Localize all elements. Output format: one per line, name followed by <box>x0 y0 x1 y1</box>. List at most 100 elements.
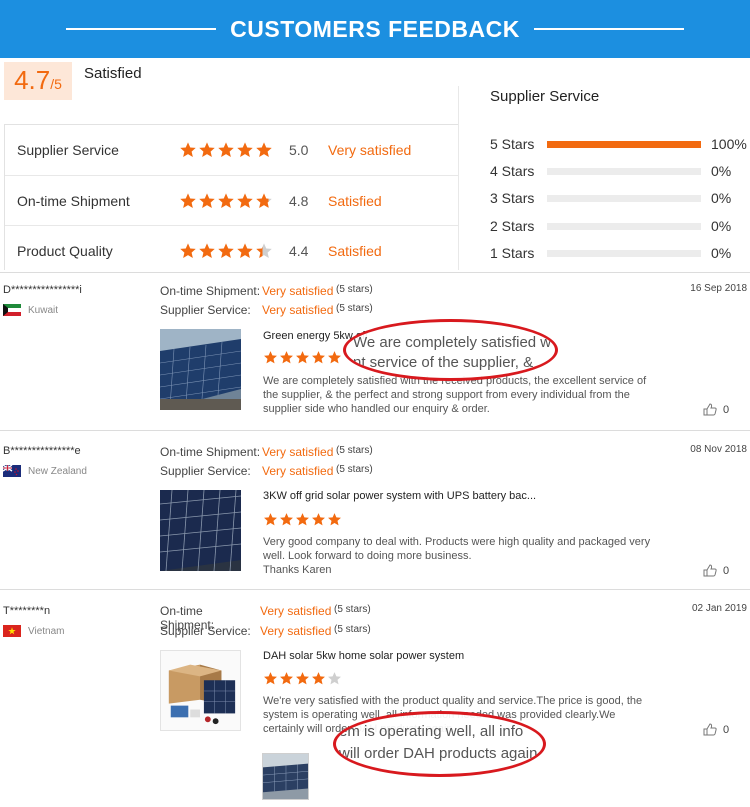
review-date: 02 Jan 2019 <box>691 603 747 614</box>
star-icon <box>237 142 253 158</box>
overall-score: 4.7 <box>14 65 51 95</box>
overall-score-max: /5 <box>50 76 62 92</box>
review-stars <box>263 671 343 686</box>
reviewer-country: Kuwait <box>3 304 58 316</box>
row-divider <box>5 225 459 226</box>
star-bar-track <box>547 140 701 148</box>
star-icon <box>328 351 341 364</box>
star-icon <box>256 243 272 259</box>
rating-status: Satisfied <box>328 243 382 259</box>
star-bar-3: 3 Stars 0% <box>490 189 748 207</box>
section-divider <box>458 86 459 270</box>
star-icon <box>199 193 215 209</box>
star-icon <box>280 513 293 526</box>
service-stars: (5 stars) <box>334 624 371 635</box>
rating-stars <box>179 192 274 210</box>
star-bar-label: 2 Stars <box>490 218 535 234</box>
rating-stars <box>179 242 274 260</box>
star-bar-track <box>547 167 701 175</box>
star-icon <box>237 243 253 259</box>
service-label: Supplier Service: <box>160 624 251 638</box>
product-thumbnail[interactable] <box>160 329 241 410</box>
review-text: Very good company to deal with. Products… <box>263 536 651 576</box>
star-icon <box>328 513 341 526</box>
review-date: 16 Sep 2018 <box>690 283 747 294</box>
thumbs-up-icon <box>703 723 717 736</box>
feedback-banner: CUSTOMERS FEEDBACK <box>0 0 750 58</box>
rating-row-on-time-shipment: On-time Shipment 4.8 Satisfied <box>5 176 459 226</box>
country-name: Vietnam <box>28 625 65 637</box>
product-thumbnail[interactable] <box>160 490 241 571</box>
like-button[interactable]: 0 <box>703 723 729 736</box>
country-name: Kuwait <box>28 304 59 316</box>
reviewer-name: D****************i <box>3 284 82 296</box>
service-label: Supplier Service: <box>160 464 251 478</box>
like-button[interactable]: 0 <box>703 564 729 577</box>
product-thumbnail[interactable] <box>160 650 241 731</box>
like-button[interactable]: 0 <box>703 403 729 416</box>
star-bar-percent: 100% <box>711 136 747 152</box>
review-stars <box>263 512 343 527</box>
rating-name: Product Quality <box>17 243 113 259</box>
star-bar-label: 1 Stars <box>490 245 535 261</box>
banner-divider-left <box>66 28 217 30</box>
highlight-line-1: em is operating well, all info <box>339 723 524 740</box>
highlight-callout: em is operating well, all info will orde… <box>333 711 546 777</box>
review-date: 08 Nov 2018 <box>690 444 747 455</box>
review-item: D****************i Kuwait On-time Shipme… <box>0 273 750 430</box>
star-icon <box>296 672 309 685</box>
star-icon <box>328 672 341 685</box>
service-rating-line: Supplier Service: Very satisfied (5 star… <box>160 624 371 638</box>
star-bar-label: 4 Stars <box>490 163 535 179</box>
like-count: 0 <box>723 403 730 416</box>
review-item: B***************e New Zealand On-time Sh… <box>0 431 750 589</box>
star-bar-label: 5 Stars <box>490 136 535 152</box>
review-stars <box>263 350 343 365</box>
star-icon <box>180 142 196 158</box>
product-title[interactable]: 3KW off grid solar power system with UPS… <box>263 490 536 502</box>
star-icon <box>218 142 234 158</box>
star-icon <box>199 243 215 259</box>
star-icon <box>312 351 325 364</box>
star-icon <box>264 672 277 685</box>
vietnam-flag-icon <box>3 625 21 637</box>
distribution-title: Supplier Service <box>490 88 600 105</box>
thumbs-up-icon <box>703 564 717 577</box>
service-rating-line: Supplier Service: Very satisfied (5 star… <box>160 303 373 317</box>
highlight-line-2: will order DAH products again <box>339 745 538 762</box>
star-icon <box>256 142 272 158</box>
star-icon <box>296 513 309 526</box>
shipment-label: On-time Shipment: <box>160 284 261 298</box>
service-value: Very satisfied <box>262 303 334 317</box>
new-zealand-flag-icon <box>3 465 21 477</box>
star-bar-percent: 0% <box>711 218 732 234</box>
star-bar-track <box>547 222 701 230</box>
rating-row-product-quality: Product Quality 4.4 Satisfied <box>5 226 459 276</box>
country-name: New Zealand <box>28 465 87 477</box>
star-bar-track <box>547 249 701 257</box>
star-icon <box>312 672 325 685</box>
rating-value: 5.0 <box>289 142 309 158</box>
service-stars: (5 stars) <box>336 303 373 314</box>
banner-divider-right <box>533 28 684 30</box>
service-label: Supplier Service: <box>160 303 251 317</box>
shipment-value: Very satisfied <box>262 284 334 298</box>
star-bar-1: 1 Stars 0% <box>490 244 748 262</box>
banner-title: CUSTOMERS FEEDBACK <box>230 15 520 42</box>
star-bar-4: 4 Stars 0% <box>490 162 748 180</box>
rating-value: 4.8 <box>289 193 309 209</box>
overall-score-badge: 4.7 /5 <box>4 62 72 100</box>
review-photo-thumbnail[interactable] <box>262 753 309 800</box>
star-icon <box>264 513 277 526</box>
star-icon <box>180 193 196 209</box>
star-icon <box>180 243 196 259</box>
star-icon <box>218 243 234 259</box>
star-bar-track <box>547 194 701 202</box>
rating-name: Supplier Service <box>17 142 119 158</box>
shipment-stars: (5 stars) <box>336 445 373 456</box>
service-stars: (5 stars) <box>336 464 373 475</box>
star-icon <box>199 142 215 158</box>
star-icon <box>218 193 234 209</box>
product-title[interactable]: DAH solar 5kw home solar power system <box>263 650 464 662</box>
star-icon <box>264 351 277 364</box>
